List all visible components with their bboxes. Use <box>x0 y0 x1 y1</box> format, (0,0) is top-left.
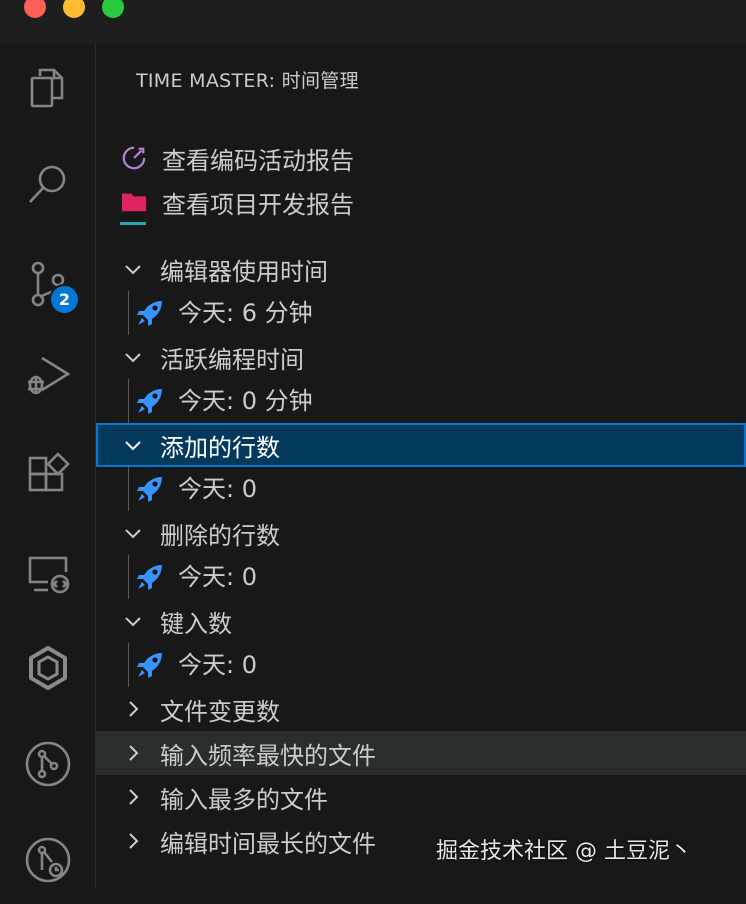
chevron-right-icon <box>120 696 146 722</box>
title-bar <box>0 0 746 45</box>
indent-guide <box>128 291 129 335</box>
source-control-button[interactable] <box>0 240 95 328</box>
tree-item-label: 键入数 <box>160 609 232 638</box>
panel-title: TIME MASTER: 时间管理 <box>136 70 359 92</box>
tree-child-item[interactable]: 今天: 0 <box>96 643 746 687</box>
search-button[interactable] <box>0 140 95 228</box>
chevron-right-icon <box>120 828 146 854</box>
folder-icon <box>120 188 148 216</box>
chevron-down-icon <box>120 432 146 458</box>
explorer-button[interactable] <box>0 44 95 132</box>
files-icon <box>30 68 63 108</box>
hexagon-ring-icon <box>28 645 67 691</box>
remote-explorer-icon <box>28 556 69 594</box>
maximize-window-button[interactable] <box>102 0 124 18</box>
tree-item-label: 添加的行数 <box>160 433 280 462</box>
time-master-panel: TIME MASTER: 时间管理 查看编码活动报告 查看项目开发报告 编辑器使… <box>96 44 746 888</box>
search-icon <box>28 165 65 203</box>
tree-item-label: 文件变更数 <box>160 697 280 726</box>
run-debug-button[interactable] <box>0 332 95 420</box>
rocket-icon <box>137 565 162 590</box>
time-master-button[interactable] <box>0 624 95 712</box>
chevron-down-icon <box>120 608 146 634</box>
tree-item-files-changed[interactable]: 文件变更数 <box>96 687 746 731</box>
tree-item-label: 编辑器使用时间 <box>160 257 328 286</box>
extensions-button[interactable] <box>0 432 95 520</box>
tree-item-lines-added[interactable]: 添加的行数 <box>96 423 746 467</box>
indent-guide <box>128 467 129 511</box>
report-label: 查看编码活动报告 <box>162 146 354 175</box>
tree-child-item[interactable]: 今天: 0 <box>96 555 746 599</box>
tree-child-item[interactable]: 今天: 6 分钟 <box>96 291 746 335</box>
tree-child-item[interactable]: 今天: 0 <box>96 467 746 511</box>
report-label: 查看项目开发报告 <box>162 190 354 219</box>
indent-guide <box>128 379 129 423</box>
tree-item-lines-deleted[interactable]: 删除的行数 <box>96 511 746 555</box>
minimize-window-button[interactable] <box>63 0 85 18</box>
chevron-down-icon <box>120 520 146 546</box>
tree-item-fastest-typed-files[interactable]: 输入频率最快的文件 <box>96 731 746 775</box>
tree-item-active-coding-time[interactable]: 活跃编程时间 <box>96 335 746 379</box>
tree-child-label: 今天: 0 分钟 <box>178 387 313 415</box>
tree-child-label: 今天: 0 <box>178 475 257 503</box>
rocket-icon <box>137 301 162 326</box>
dashboard-icon <box>120 144 148 172</box>
rocket-icon <box>137 653 162 678</box>
rocket-icon <box>137 477 162 502</box>
rocket-icon <box>137 389 162 414</box>
chevron-right-icon <box>120 740 146 766</box>
tree-item-most-typed-files[interactable]: 输入最多的文件 <box>96 775 746 819</box>
tree-item-label: 编辑时间最长的文件 <box>160 829 376 858</box>
section-divider <box>120 222 146 225</box>
git-history-icon <box>25 837 70 883</box>
close-window-button[interactable] <box>24 0 46 18</box>
tree-item-editor-time[interactable]: 编辑器使用时间 <box>96 247 746 291</box>
chevron-down-icon <box>120 256 146 282</box>
watermark: 掘金技术社区 @ 土豆泥丶 <box>436 839 692 864</box>
remote-explorer-button[interactable] <box>0 530 95 618</box>
source-control-badge: 2 <box>49 284 80 315</box>
activity-bar: 2 <box>0 44 96 888</box>
run-debug-icon <box>27 356 70 395</box>
indent-guide <box>128 643 129 687</box>
coding-activity-report-item[interactable]: 查看编码活动报告 <box>96 136 746 180</box>
chevron-down-icon <box>120 344 146 370</box>
chevron-right-icon <box>120 784 146 810</box>
git-pull-request-icon <box>25 741 70 787</box>
tree-child-label: 今天: 0 <box>178 563 257 591</box>
tree-item-label: 输入频率最快的文件 <box>160 741 376 770</box>
tree-item-label: 活跃编程时间 <box>160 345 304 374</box>
git-history-button[interactable] <box>0 816 95 904</box>
indent-guide <box>128 555 129 599</box>
project-dev-report-item[interactable]: 查看项目开发报告 <box>96 180 746 224</box>
tree-item-keystrokes[interactable]: 键入数 <box>96 599 746 643</box>
tree-item-label: 删除的行数 <box>160 521 280 550</box>
tree-child-label: 今天: 0 <box>178 651 257 679</box>
git-graph-button[interactable] <box>0 720 95 808</box>
tree-item-label: 输入最多的文件 <box>160 785 328 814</box>
tree-child-item[interactable]: 今天: 0 分钟 <box>96 379 746 423</box>
tree-child-label: 今天: 6 分钟 <box>178 299 313 327</box>
extensions-icon <box>28 452 70 492</box>
